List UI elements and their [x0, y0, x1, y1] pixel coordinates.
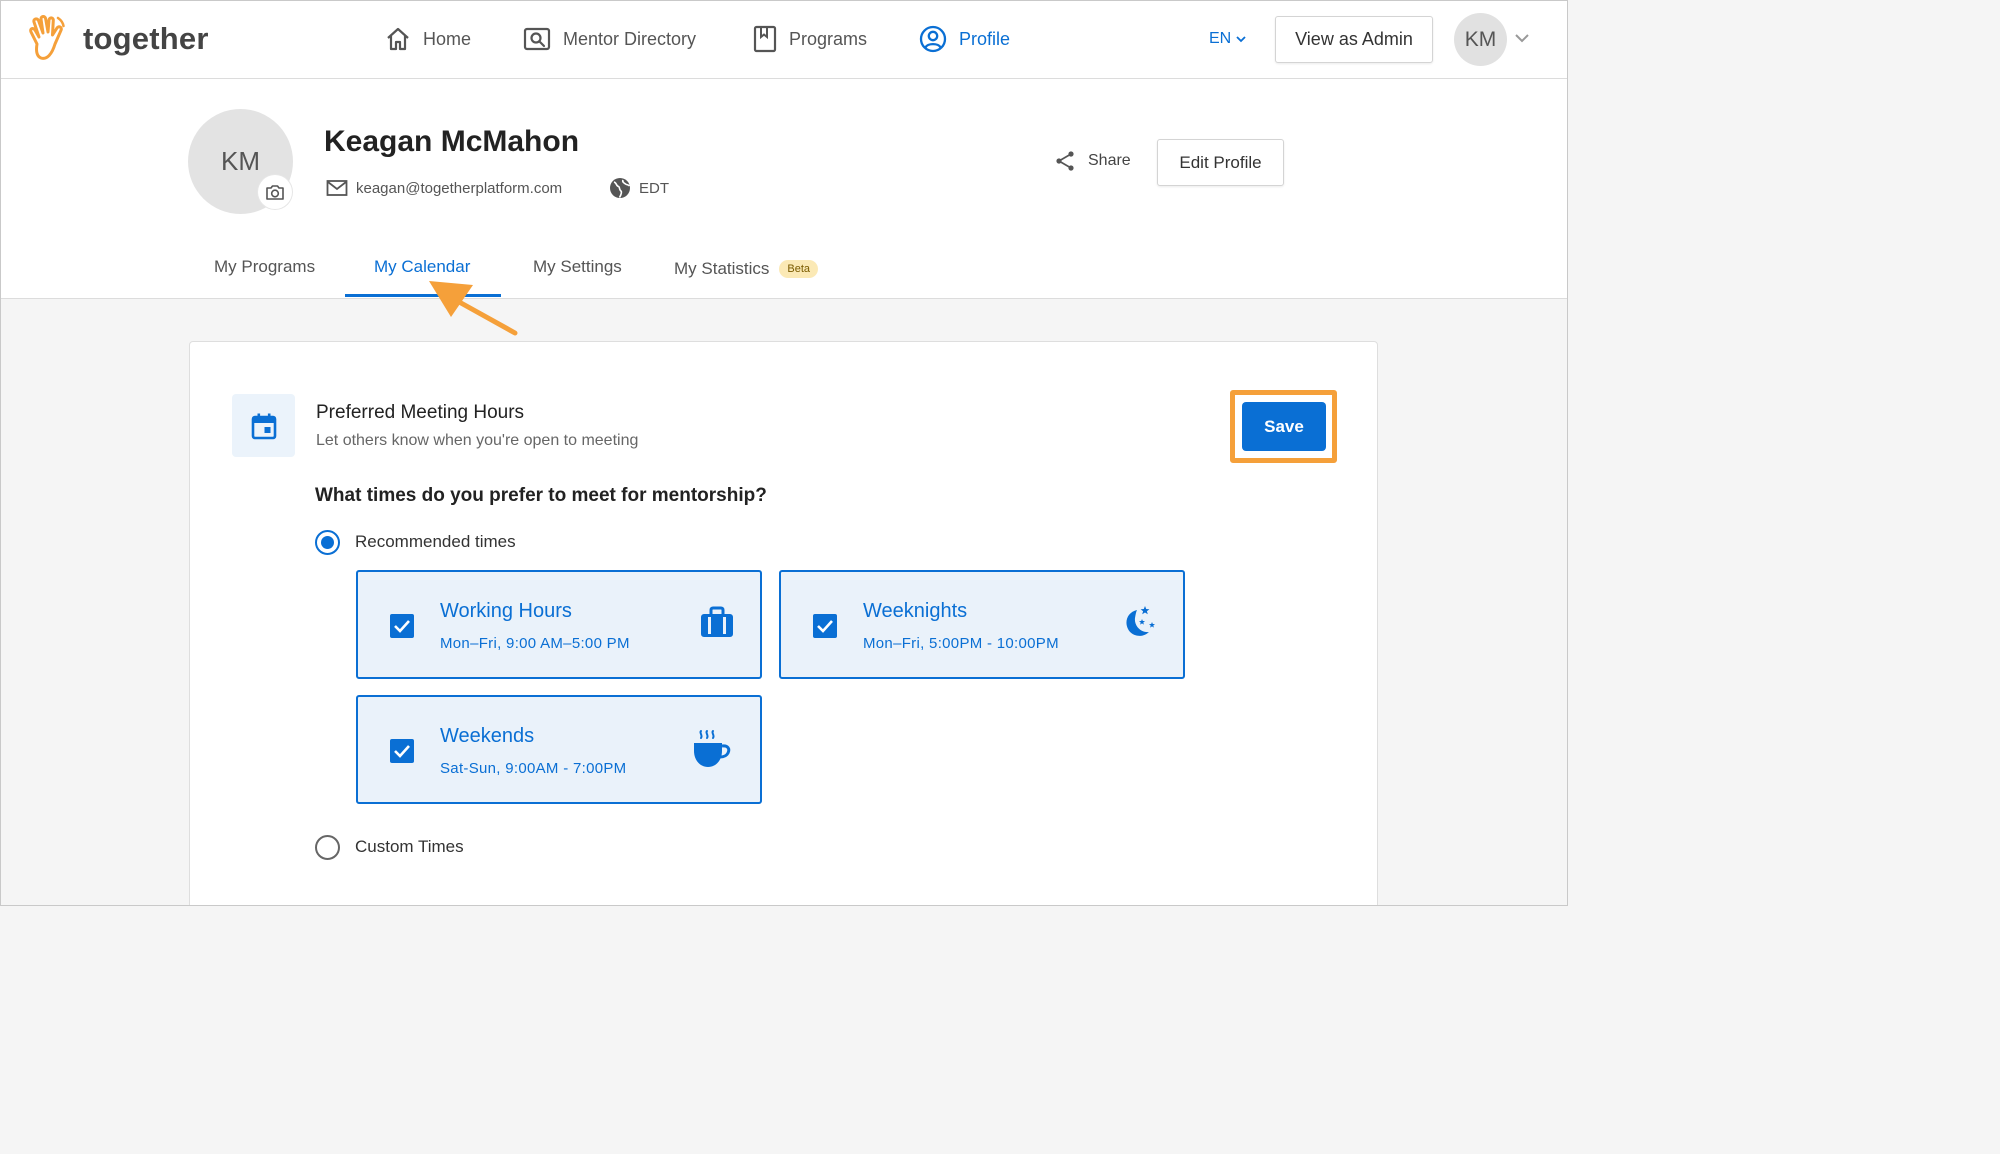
view-as-admin-button[interactable]: View as Admin	[1275, 16, 1433, 63]
radio-label: Recommended times	[355, 532, 516, 551]
brand-logo[interactable]: together	[27, 13, 209, 65]
app-window: together Home Mentor Directory Programs	[0, 0, 1568, 906]
edit-profile-button[interactable]: Edit Profile	[1157, 139, 1284, 186]
top-navigation-bar: together Home Mentor Directory Programs	[1, 1, 1567, 79]
meeting-times-question: What times do you prefer to meet for men…	[315, 485, 767, 506]
tab-label: My Settings	[533, 257, 622, 276]
option-subtitle: Mon–Fri, 5:00PM - 10:00PM	[863, 635, 1059, 652]
globe-icon	[610, 178, 631, 198]
nav-item-home[interactable]: Home	[385, 23, 471, 55]
brand-name: together	[83, 21, 209, 56]
section-subtitle: Let others know when you're open to meet…	[316, 432, 639, 449]
radio-unselected-icon	[315, 834, 340, 860]
moon-stars-icon	[1126, 606, 1155, 636]
option-subtitle: Mon–Fri, 9:00 AM–5:00 PM	[440, 635, 630, 652]
profile-timezone-text: EDT	[639, 179, 669, 197]
preferred-hours-card: Preferred Meeting Hours Let others know …	[189, 341, 1378, 905]
radio-label: Custom Times	[355, 837, 464, 856]
checkbox-checked-icon[interactable]	[390, 739, 414, 763]
language-selector[interactable]: EN	[1209, 27, 1247, 51]
profile-timezone: EDT	[609, 176, 669, 200]
briefcase-icon	[701, 606, 733, 637]
camera-icon	[266, 185, 284, 200]
section-title: Preferred Meeting Hours	[316, 402, 525, 423]
user-circle-icon	[919, 25, 947, 53]
coffee-cup-icon	[694, 730, 731, 767]
profile-name: Keagan McMahon	[324, 125, 580, 158]
calendar-icon-box	[232, 394, 295, 457]
option-working-hours[interactable]: Working Hours Mon–Fri, 9:00 AM–5:00 PM	[356, 570, 762, 679]
user-avatar[interactable]: KM	[1454, 13, 1507, 66]
tab-my-programs[interactable]: My Programs	[214, 255, 315, 279]
option-subtitle: Sat-Sun, 9:00AM - 7:00PM	[440, 760, 627, 777]
radio-selected-icon	[315, 529, 340, 555]
nav-item-label: Profile	[959, 28, 1011, 49]
share-button[interactable]: Share	[1054, 149, 1131, 173]
annotation-arrow-icon	[429, 281, 518, 336]
profile-email-text: keagan@togetherplatform.com	[356, 179, 563, 197]
checkbox-checked-icon[interactable]	[813, 614, 837, 638]
option-weekends[interactable]: Weekends Sat-Sun, 9:00AM - 7:00PM	[356, 695, 762, 804]
checkbox-checked-icon[interactable]	[390, 614, 414, 638]
save-button[interactable]: Save	[1242, 402, 1326, 451]
tab-label: My Programs	[214, 257, 316, 276]
nav-item-mentor-directory[interactable]: Mentor Directory	[523, 23, 696, 55]
nav-item-programs[interactable]: Programs	[753, 23, 867, 55]
tab-my-settings[interactable]: My Settings	[533, 255, 622, 279]
profile-header: KM Keagan McMahon keagan@togetherplatfor…	[1, 79, 1567, 299]
directory-icon	[523, 27, 551, 51]
option-weeknights[interactable]: Weeknights Mon–Fri, 5:00PM - 10:00PM	[779, 570, 1185, 679]
nav-item-label: Mentor Directory	[563, 28, 697, 49]
tab-my-statistics[interactable]: My Statistics Beta	[674, 257, 819, 281]
option-title: Weekends	[440, 725, 535, 747]
share-label: Share	[1088, 152, 1131, 169]
custom-times-radio[interactable]: Custom Times	[315, 833, 464, 861]
language-value: EN	[1209, 30, 1232, 47]
calendar-icon	[251, 413, 276, 439]
nav-item-profile[interactable]: Profile	[919, 23, 1010, 55]
nav-item-label: Home	[423, 28, 472, 49]
share-icon	[1056, 151, 1074, 171]
recommended-times-radio[interactable]: Recommended times	[315, 528, 516, 556]
tab-label: My Statistics	[674, 259, 770, 278]
chevron-down-icon	[1236, 36, 1246, 43]
change-photo-button[interactable]	[258, 175, 292, 209]
option-title: Weeknights	[863, 600, 968, 622]
chevron-down-icon[interactable]	[1513, 31, 1531, 45]
nav-item-label: Programs	[789, 28, 868, 49]
mail-icon	[326, 180, 348, 196]
beta-badge: Beta	[779, 260, 819, 278]
home-icon	[387, 27, 409, 51]
profile-email: keagan@togetherplatform.com	[326, 176, 562, 200]
waving-hand-icon	[29, 15, 65, 60]
bookmark-icon	[753, 25, 777, 53]
option-title: Working Hours	[440, 600, 572, 622]
